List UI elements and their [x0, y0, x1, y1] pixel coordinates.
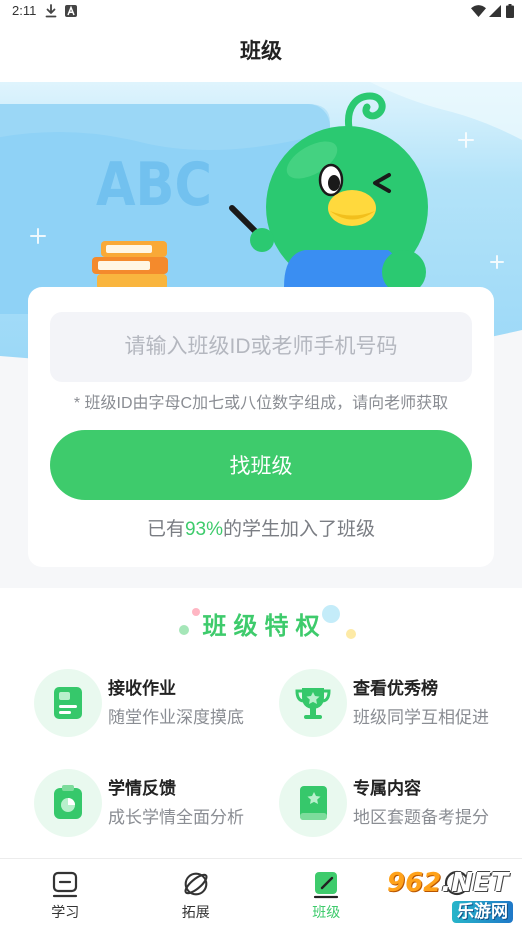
trophy-icon — [279, 669, 347, 737]
wifi-icon — [471, 5, 486, 17]
input-hint: * 班级ID由字母C加七或八位数字组成，请向老师获取 — [73, 395, 449, 412]
homework-icon — [34, 669, 102, 737]
class-icon — [314, 872, 339, 899]
feature-title: 接收作业 — [108, 679, 176, 698]
class-privileges-section: 班级特权 接收作业 随堂作业深度摸底 查看优秀榜 班级同学互相促进 学情反馈 成… — [0, 588, 522, 858]
page-title: 班级 — [240, 40, 282, 63]
report-icon — [34, 769, 102, 837]
feature-title: 学情反馈 — [108, 779, 176, 798]
signal-icon — [489, 5, 501, 17]
class-id-input[interactable] — [50, 312, 472, 382]
feature-title: 查看优秀榜 — [353, 679, 438, 698]
books-icon — [92, 241, 168, 290]
status-time: 2:11 — [12, 3, 37, 18]
header: 班级 — [0, 22, 522, 82]
battery-icon — [506, 4, 514, 18]
watermark-number: 962 — [387, 868, 442, 898]
tab-label: 班级 — [312, 904, 341, 920]
feature-subtitle: 地区套题备考提分 — [353, 808, 489, 827]
join-class-card: * 班级ID由字母C加七或八位数字组成，请向老师获取 找班级 已有93%的学生加… — [28, 287, 494, 567]
join-stat: 已有93%的学生加入了班级 — [28, 519, 494, 541]
download-icon — [45, 4, 57, 18]
find-class-button[interactable]: 找班级 — [50, 430, 472, 500]
stat-value: 93% — [184, 519, 224, 540]
feature-subtitle: 班级同学互相促进 — [353, 708, 489, 727]
tab-explore[interactable]: 拓展 — [131, 859, 262, 928]
star-book-icon — [279, 769, 347, 837]
feature-item: 查看优秀榜 班级同学互相促进 — [279, 669, 499, 737]
status-bar: 2:11 — [0, 0, 522, 22]
tab-label: 学习 — [51, 904, 80, 920]
watermark-logo: 962.NET 乐游网 — [385, 866, 517, 926]
feature-item: 接收作业 随堂作业深度摸底 — [34, 669, 254, 737]
watermark-name: 乐游网 — [452, 901, 513, 923]
tab-label: 拓展 — [181, 904, 210, 920]
feature-item: 学情反馈 成长学情全面分析 — [34, 769, 254, 837]
feature-item: 专属内容 地区套题备考提分 — [279, 769, 499, 837]
study-icon — [53, 871, 78, 898]
planet-icon — [184, 872, 208, 896]
feature-title: 专属内容 — [353, 779, 421, 798]
feature-subtitle: 随堂作业深度摸底 — [108, 708, 244, 727]
feature-subtitle: 成长学情全面分析 — [108, 808, 244, 827]
tab-study[interactable]: 学习 — [0, 859, 131, 928]
section-title: 班级特权 — [202, 613, 327, 640]
tab-class[interactable]: 班级 — [261, 859, 392, 928]
stat-suffix: 的学生加入了班级 — [223, 519, 376, 540]
watermark-suffix: .NET — [441, 868, 509, 898]
board-text: ABC — [96, 150, 212, 220]
a-notification-icon — [65, 5, 77, 17]
stat-prefix: 已有 — [146, 519, 185, 540]
